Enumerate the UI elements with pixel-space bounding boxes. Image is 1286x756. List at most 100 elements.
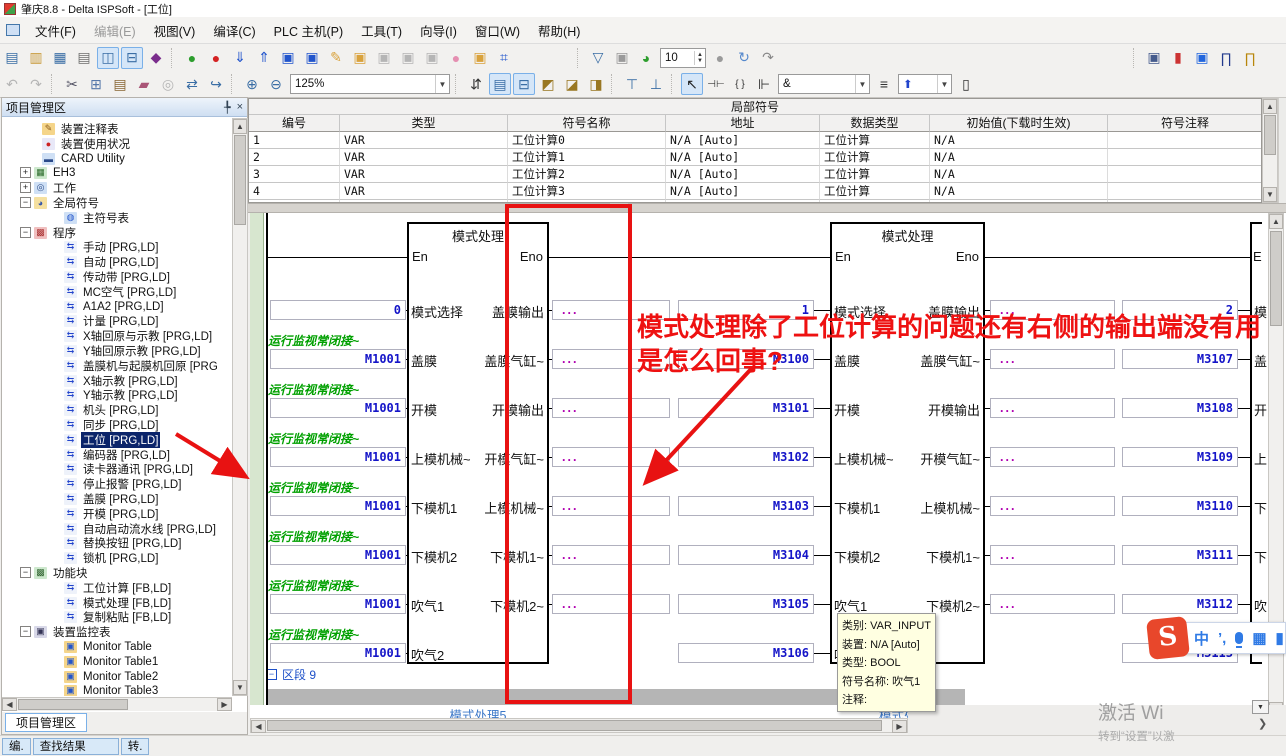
tree-item-传动带[interactable]: ⇆传动带 [PRG,LD] [64, 269, 172, 284]
device-monitor-icon[interactable]: ▣ [301, 47, 323, 69]
bookmark-add-icon[interactable]: ◩ [537, 73, 559, 95]
table-cell-r2-c3[interactable]: N/A [Auto] [666, 149, 820, 166]
pane-splitter[interactable]: ▲ [248, 203, 1286, 213]
column-header-6[interactable]: 符号注释 [1108, 115, 1262, 132]
tree-item-计量[interactable]: ⇆计量 [PRG,LD] [64, 313, 160, 328]
table-vertical-scrollbar[interactable]: ▲ ▼ [1262, 98, 1278, 203]
operand-box-in-b2-r3[interactable]: M3109 [1122, 447, 1238, 467]
copy-icon[interactable]: ⊞ [85, 73, 107, 95]
operand-box-in-b2-r6[interactable]: M3112 [1122, 594, 1238, 614]
table-cell-r4-c2[interactable]: 工位计算3 [508, 183, 666, 200]
table-cell-r4-c3[interactable]: N/A [Auto] [666, 183, 820, 200]
filter-network-icon[interactable]: ▽ [587, 47, 609, 69]
collapse-icon[interactable]: − [20, 567, 31, 578]
table-cell-r1-c1[interactable]: VAR [340, 132, 508, 149]
scroll-thumb[interactable] [234, 135, 246, 225]
zoom-out-icon[interactable]: ⊖ [265, 73, 287, 95]
operand-box-in-b1-r2[interactable]: M3101 [678, 398, 814, 418]
operand-box-in-b1-r4[interactable]: M3103 [678, 496, 814, 516]
table-cell-r4-c4[interactable]: 工位计算 [820, 183, 930, 200]
scroll-left-icon[interactable]: ◀ [251, 720, 266, 733]
collapse-icon[interactable]: − [20, 227, 31, 238]
tree-item-Y轴回原示教[interactable]: ⇆Y轴回原示教 [PRG,LD] [64, 343, 203, 358]
comment-view-icon[interactable]: ▤ [489, 73, 511, 95]
operand-box-out-b1-r5[interactable]: ... [990, 545, 1115, 565]
ime-toolbar[interactable]: S 中’,▦▮ [1151, 622, 1286, 654]
operand-box-in-b0-r7[interactable]: M1001 [270, 643, 406, 663]
instruction-tool-icon[interactable]: ⊩ [753, 73, 775, 95]
operand-box-in-b2-r4[interactable]: M3110 [1122, 496, 1238, 516]
jump-combo[interactable]: ⬆▼ [898, 74, 952, 94]
network-margin[interactable] [250, 213, 264, 705]
combo-dropdown-icon[interactable]: ▼ [937, 75, 951, 93]
table-cell-r2-c1[interactable]: VAR [340, 149, 508, 166]
tree-horizontal-scrollbar[interactable]: ◀ ▶ [2, 697, 232, 711]
tree-item-机头[interactable]: ⇆机头 [PRG,LD] [64, 402, 160, 417]
tree-item-盖膜机与起膜机回原[interactable]: ⇆盖膜机与起膜机回原 [PRG [64, 358, 220, 373]
table-cell-r1-c5[interactable]: N/A [930, 132, 1108, 149]
operand-box-in-b0-r6[interactable]: M1001 [270, 594, 406, 614]
scroll-up-icon[interactable]: ▲ [1269, 214, 1283, 229]
operand-box-in-b0-r3[interactable]: M1001 [270, 447, 406, 467]
scroll-right-icon[interactable]: ▶ [892, 720, 907, 733]
scroll-thumb[interactable] [1270, 231, 1282, 326]
scroll-thumb[interactable] [1264, 115, 1276, 155]
address-mode-icon[interactable]: ⇵ [465, 73, 487, 95]
expand-icon[interactable]: + [20, 182, 31, 193]
tree-item-Monitor[interactable]: ▣Monitor Table [64, 639, 154, 654]
column-header-1[interactable]: 类型 [340, 115, 508, 132]
table-cell-r3-c0[interactable]: 3 [249, 166, 340, 183]
tree-item-全局符号[interactable]: −◕全局符号 [20, 195, 101, 210]
operand-box-in-b1-r3[interactable]: M3102 [678, 447, 814, 467]
print-icon[interactable]: ▤ [73, 47, 95, 69]
operand-box-in-b1-r6[interactable]: M3105 [678, 594, 814, 614]
goto-icon[interactable]: ↪ [205, 73, 227, 95]
scroll-down-icon[interactable]: ▼ [233, 680, 247, 695]
status-tab-2[interactable]: 转. [121, 738, 150, 755]
scroll-down-icon[interactable]: ▼ [1263, 187, 1277, 202]
tree-item-同步[interactable]: ⇆同步 [PRG,LD] [64, 417, 160, 432]
menu-item-8[interactable]: 帮助(H) [529, 17, 589, 44]
editor-horizontal-scrollbar[interactable]: ◀ ▶ [250, 718, 908, 733]
table-cell-r4-c1[interactable]: VAR [340, 183, 508, 200]
status-tab-0[interactable]: 编. [2, 738, 31, 755]
menu-item-5[interactable]: 工具(T) [352, 17, 411, 44]
tree-item-工位[interactable]: ⇆工位 [PRG,LD] [64, 432, 160, 447]
operand-box-out-b1-r2[interactable]: ... [990, 398, 1115, 418]
help-book-icon[interactable]: ◆ [145, 47, 167, 69]
upload-from-plc-icon[interactable]: ⇑ [253, 47, 275, 69]
zoom-level-combo[interactable]: 125%▼ [290, 74, 450, 94]
contact-tool-icon[interactable]: ⊣⊢ [705, 73, 727, 95]
operand-box-in-b2-r2[interactable]: M3108 [1122, 398, 1238, 418]
operand-box-out-b1-r3[interactable]: ... [990, 447, 1115, 467]
step-run-icon[interactable]: ◕ [635, 47, 657, 69]
zoom-in-icon[interactable]: ⊕ [241, 73, 263, 95]
scroll-thumb[interactable] [267, 720, 882, 731]
operand-box-in-b2-r5[interactable]: M3111 [1122, 545, 1238, 565]
tree-vertical-scrollbar[interactable]: ▲ ▼ [232, 118, 248, 696]
scroll-left-icon[interactable]: ◀ [2, 698, 17, 711]
monitor-view-icon[interactable]: ⊟ [513, 73, 535, 95]
soft-keyboard-icon[interactable]: ▦ [1252, 629, 1266, 647]
communication-icon[interactable]: ⌗ [493, 47, 515, 69]
menu-item-0[interactable]: 文件(F) [26, 17, 85, 44]
thermometer-icon[interactable]: ▮ [1167, 47, 1189, 69]
menu-item-7[interactable]: 窗口(W) [466, 17, 529, 44]
table-cell-r4-c5[interactable]: N/A [930, 183, 1108, 200]
tree-item-MC空气[interactable]: ⇆MC空气 [PRG,LD] [64, 284, 178, 299]
table-cell-r3-c4[interactable]: 工位计算 [820, 166, 930, 183]
bookmark-clear-icon[interactable]: ◨ [585, 73, 607, 95]
tree-item-X轴回原与示教[interactable]: ⇆X轴回原与示教 [PRG,LD] [64, 328, 214, 343]
select-tool-icon[interactable]: ↖ [681, 73, 703, 95]
sogou-logo-icon[interactable]: S [1146, 616, 1190, 660]
refresh-icon[interactable]: ↻ [733, 47, 755, 69]
network-symbol-icon[interactable]: ≡ [873, 73, 895, 95]
menu-item-4[interactable]: PLC 主机(P) [265, 17, 352, 44]
operand-box-in-b0-r1[interactable]: M1001 [270, 349, 406, 369]
menu-item-1[interactable]: 编辑(E) [85, 17, 145, 44]
table-cell-r2-c2[interactable]: 工位计算1 [508, 149, 666, 166]
status-tab-1[interactable]: 查找结果 [33, 738, 119, 755]
tree-item-手动[interactable]: ⇆手动 [PRG,LD] [64, 239, 160, 254]
collapse-icon[interactable]: − [20, 197, 31, 208]
table-cell-r3-c6[interactable] [1108, 166, 1262, 183]
